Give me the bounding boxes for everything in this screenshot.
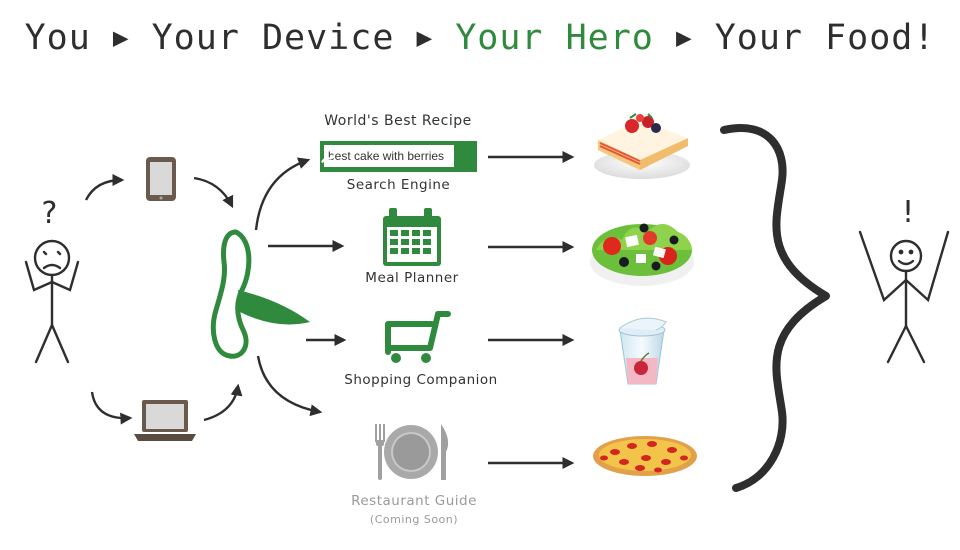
cake-icon [594,113,690,179]
calendar-icon [383,208,441,266]
exclamation-mark: ! [899,195,917,230]
search-input[interactable]: best cake with berries [324,145,454,167]
meal-planner-label: Meal Planner [365,270,459,286]
search-engine-label: Search Engine [346,177,451,193]
restaurant-coming-soon: (Coming Soon) [369,513,459,526]
search-box: best cake with berries [320,141,477,172]
question-mark: ? [40,196,58,231]
shopping-cart-icon [385,311,451,363]
yogurt-cup-icon [618,317,667,385]
search-icon[interactable] [320,146,338,166]
device-arrows [84,174,243,425]
shopping-companion-label: Shopping Companion [344,372,498,388]
laptop-icon [134,400,196,441]
diagram-stage: You ▶ Your Device ▶ Your Hero ▶ Your Foo… [0,0,960,550]
confused-user-figure [24,239,80,364]
plate-cutlery-icon [375,424,449,480]
hero-logo-icon [210,229,310,359]
tablet-icon [146,157,176,201]
salad-icon [590,223,694,286]
happy-user-figure [858,230,950,364]
search-heading: World's Best Recipe [324,113,472,129]
pizza-icon [593,436,697,476]
restaurant-guide-label: Restaurant Guide [351,493,477,509]
curly-brace [720,124,830,492]
food-arrows [488,151,575,469]
